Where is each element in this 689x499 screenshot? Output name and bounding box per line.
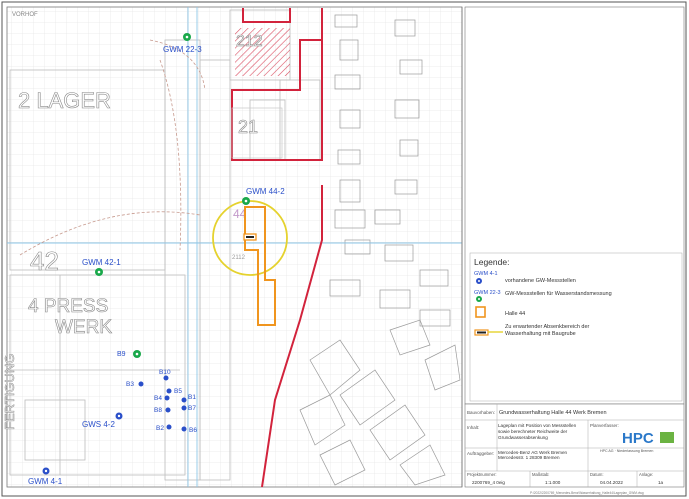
well-b10[interactable] [163,375,169,381]
well-label: GWM 4-1 [28,477,63,486]
well-label: GWM 22-3 [163,45,202,54]
well-b4[interactable] [164,395,170,401]
date-label: Datum: [590,472,604,477]
well-b1[interactable] [181,397,187,403]
footer-path: P:\2022\2200769_Mercedes-Benz\Wasserhalt… [530,491,644,495]
project-no-label: Projektnummer: [467,472,497,477]
client-value: Mercedes-Benz AG Werk Bremen Mercedesstr… [498,450,568,461]
date-value: 04.04.2022 [600,480,623,485]
plan-label: Anlage: [639,472,653,477]
legend-text: GW-Messstellen für Wasserstandsmessung [505,291,612,297]
well-b2[interactable] [166,424,172,430]
client-wrap: Mercedes-Benz AG Werk Bremen Mercedesstr… [498,450,568,461]
well-label: B10 [159,369,171,376]
label-lager: 2 LAGER [18,88,111,113]
label-21: 21 [238,117,258,137]
well-b7[interactable] [181,405,187,411]
legend-text: Zu erwartender Absenkbereich der Wasserh… [505,324,590,337]
well-label: GWM 42-1 [82,258,121,267]
street-label-vorhof: VORHOF [12,12,38,18]
well-b6[interactable] [181,426,187,432]
label-212: 212 [236,33,263,50]
legend-symbol-label: GWM 4-1 [474,271,498,277]
scale-label: Maßstab: [532,472,549,477]
well-label: B5 [174,388,182,395]
label-42: 42 [30,246,59,276]
project-value: Grundwasserhaltung Halle 44 Werk Bremen [499,410,607,416]
well-label: B3 [126,381,134,388]
content-wrap: Lageplan mit Position von Messstellen so… [498,423,577,440]
company-logo-text: HPC [622,430,654,447]
well-b5[interactable] [166,388,172,394]
label-fertigung: FERTIGUNG [2,354,17,430]
well-label: B7 [188,405,196,412]
well-label: B6 [189,427,197,434]
well-label: B4 [154,395,162,402]
client-label: Auftraggeber: [467,451,494,456]
project-label: Bauvorhaben: [467,410,495,415]
map-grid [7,7,462,487]
excavation-pit-core [246,236,254,238]
legend-text: Halle 44 [505,311,525,317]
label-press: 4 PRESS [28,296,108,317]
company-sub: HPC AG · Niederlassung Bremen [600,449,653,453]
site-plan-map[interactable]: 2 LAGER 4 PRESS WERK 42 212 21 FERTIGUNG… [0,0,689,499]
well-label: B9 [117,351,126,358]
label-werk: WERK [55,317,112,338]
well-label: B1 [188,394,196,401]
well-b8[interactable] [165,407,171,413]
planner-label: Planverfasser: [590,423,619,428]
legend-title: Legende: [474,257,509,267]
content-label: Inhalt: [467,425,479,430]
well-label: B8 [154,407,162,414]
map-sheet: 2 LAGER 4 PRESS WERK 42 212 21 FERTIGUNG… [0,0,689,499]
legend-text-wrap: Zu erwartender Absenkbereich der Wasserh… [505,324,590,337]
label-2112: 2112 [232,255,246,261]
well-label: B2 [156,425,164,432]
legend-symbol-label: GWM 22-3 [474,290,501,296]
project-no-value: 2200769_4 0eig [472,480,505,485]
content-value: Lageplan mit Position von Messstellen so… [498,423,577,440]
scale-value: 1:1.000 [545,480,561,485]
well-b3[interactable] [138,381,144,387]
plan-value: 1a [658,480,664,485]
well-label: GWS 4-2 [82,420,115,429]
well-label: GWM 44-2 [246,187,285,196]
legend-text: vorhandene GW-Messstellen [505,278,576,284]
